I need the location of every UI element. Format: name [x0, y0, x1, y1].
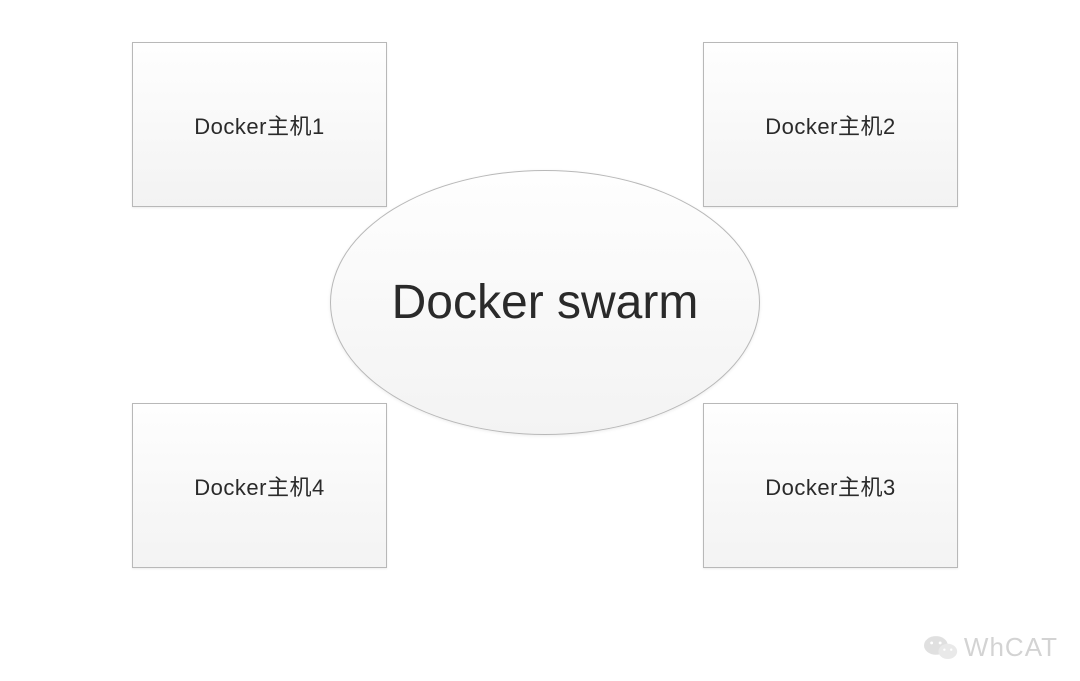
host-label-1: Docker主机1	[194, 109, 324, 141]
host-box-1: Docker主机1	[132, 42, 387, 207]
wechat-icon	[924, 634, 958, 662]
swarm-center-label: Docker swarm	[392, 275, 699, 330]
host-label-3: Docker主机3	[765, 470, 895, 502]
host-box-2: Docker主机2	[703, 42, 958, 207]
watermark: WhCAT	[924, 632, 1058, 663]
host-box-4: Docker主机4	[132, 403, 387, 568]
host-box-3: Docker主机3	[703, 403, 958, 568]
host-label-4: Docker主机4	[194, 470, 324, 502]
host-label-2: Docker主机2	[765, 109, 895, 141]
watermark-text: WhCAT	[964, 632, 1058, 663]
swarm-center-ellipse: Docker swarm	[330, 170, 760, 435]
